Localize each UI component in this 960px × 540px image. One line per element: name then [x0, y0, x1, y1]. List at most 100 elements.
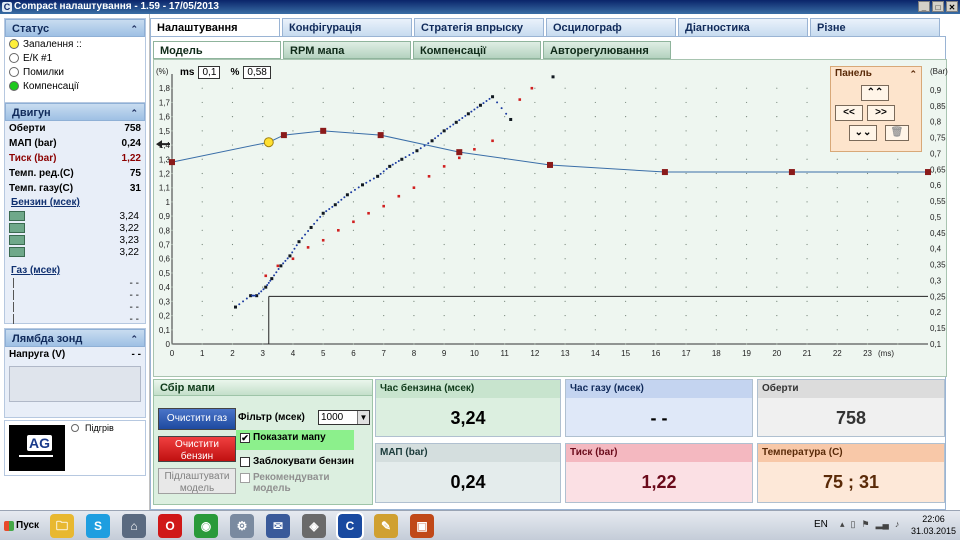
battery-icon[interactable]: ▯	[851, 519, 856, 530]
start-button[interactable]: Пуск	[2, 515, 39, 537]
chart-svg[interactable]: 0 1 2 3 4 5 6 7 8 9 10 11 12 13 14 15 16 17 18 19 20 21 22 23 (m…	[154, 60, 948, 378]
sub-tab[interactable]: Компенсації	[413, 41, 541, 59]
clear-benzin-button[interactable]: Очистити бензин	[158, 436, 236, 462]
show-map-checkbox[interactable]: ✔ Показати мапу	[236, 430, 354, 450]
grid-dot	[473, 258, 475, 260]
sub-tab[interactable]: Модель	[153, 41, 281, 59]
grid-dot	[262, 187, 264, 189]
grid-dot	[745, 314, 748, 317]
grid-dot	[322, 314, 324, 317]
filter-select[interactable]: 1000 ▼	[318, 410, 370, 425]
main-tab[interactable]: Осцилограф	[546, 18, 676, 36]
grid-dot	[443, 314, 445, 317]
cursor-readout: ms 0,1 % 0,58	[180, 66, 271, 79]
close-button[interactable]: ✕	[946, 1, 958, 12]
block-benzin-checkbox[interactable]: Заблокувати бензин	[240, 456, 354, 467]
explorer-icon[interactable]: 🗀	[50, 514, 74, 538]
clock[interactable]: 22:06 31.03.2015	[911, 513, 956, 537]
status-header[interactable]: Статус ⌃	[5, 19, 145, 37]
grid-dot	[504, 258, 506, 260]
grid-dot	[171, 329, 173, 331]
signal-icon[interactable]: ▂▄	[876, 519, 889, 530]
grid-dot	[322, 187, 324, 189]
grid-dot	[504, 243, 506, 246]
trash-icon[interactable]: 🗑	[885, 125, 909, 141]
lambda-header[interactable]: Лямбда зонд ⌃	[5, 329, 145, 347]
minimize-button[interactable]: _	[918, 1, 930, 12]
adjust-model-button[interactable]: Підлаштувати модель	[158, 468, 236, 494]
gaz-link[interactable]: Газ (мсек)	[5, 264, 145, 278]
grid-dot	[231, 130, 234, 132]
blue-series-point	[470, 110, 473, 113]
skype-icon[interactable]: S	[86, 514, 110, 538]
tool-icon[interactable]: ◈	[302, 514, 326, 538]
chrome-icon[interactable]: ◉	[194, 514, 218, 538]
red-series-point	[457, 156, 461, 160]
grid-dot	[776, 101, 778, 104]
settings-icon[interactable]: ⚙	[230, 514, 254, 538]
volume-icon[interactable]: ♪	[895, 519, 900, 530]
engine-row-value: 31	[129, 183, 141, 194]
sub-tab[interactable]: RPM мапа	[283, 41, 411, 59]
flag-icon[interactable]: ⚑	[861, 519, 869, 530]
move-right-button[interactable]: >>	[867, 105, 895, 121]
main-tab[interactable]: Діагностика	[678, 18, 808, 36]
main-tab[interactable]: Налаштування	[150, 18, 280, 36]
grid-dot	[383, 343, 385, 345]
collapse-icon[interactable]: ⌃	[130, 20, 138, 38]
utility-icon[interactable]: ✉	[266, 514, 290, 538]
status-indicator-icon	[9, 67, 19, 77]
compact-taskbar-icon[interactable]: C	[336, 512, 364, 540]
chevron-down-icon[interactable]: ▼	[357, 411, 369, 424]
main-tab[interactable]: Різне	[810, 18, 940, 36]
grid-dot	[504, 87, 506, 89]
grid-dot	[262, 343, 264, 345]
tray-arrow-icon[interactable]: ▴	[840, 519, 845, 530]
grid-dot	[201, 130, 203, 132]
grid-dot	[685, 300, 687, 302]
move-down-button[interactable]: ⌄⌄	[849, 125, 877, 141]
collapse-icon[interactable]: ⌃	[130, 104, 138, 122]
panel-header[interactable]: Панель ⌃	[831, 67, 921, 81]
black-series-point	[478, 103, 482, 107]
collapse-icon[interactable]: ⌃	[130, 330, 138, 348]
recommend-model-checkbox[interactable]: Рекомендувати модель	[240, 472, 350, 494]
grid-dot	[413, 201, 415, 203]
sub-tab[interactable]: Авторегулювання	[543, 41, 671, 59]
grid-dot	[776, 116, 778, 118]
black-series-point	[454, 120, 458, 124]
move-left-button[interactable]: <<	[835, 105, 863, 121]
clear-gas-button[interactable]: Очистити газ	[158, 408, 236, 430]
main-tab[interactable]: Конфігурація	[282, 18, 412, 36]
x-tick-label: 22	[833, 349, 842, 358]
grid-dot	[866, 243, 869, 246]
benzin-link[interactable]: Бензин (мсек)	[5, 196, 145, 210]
engine-header[interactable]: Двигун ⌃	[5, 103, 145, 121]
blue-series-point	[385, 167, 388, 170]
grid-dot	[685, 101, 687, 104]
grid-dot	[504, 187, 506, 189]
grid-dot	[383, 201, 385, 203]
grid-dot	[655, 158, 657, 160]
language-indicator[interactable]: EN	[814, 519, 828, 530]
move-up-button[interactable]: ⌃⌃	[861, 85, 889, 101]
black-series-point	[415, 149, 419, 153]
main-tab[interactable]: Стратегія впрыску	[414, 18, 544, 36]
gaz-injector-row: - -	[5, 314, 145, 326]
collapse-icon[interactable]: ⌃	[909, 67, 917, 81]
grid-dot	[564, 215, 566, 217]
grid-dot	[715, 243, 717, 246]
model-chart[interactable]: 0 1 2 3 4 5 6 7 8 9 10 11 12 13 14 15 16 17 18 19 20 21 22 23 (m…	[153, 59, 948, 378]
red-series-point	[382, 204, 385, 208]
grid-dot	[564, 130, 566, 132]
opera-icon[interactable]: O	[158, 514, 182, 538]
grid-dot	[625, 187, 627, 189]
y-left-tick-label: 1,6	[159, 113, 171, 122]
network-icon[interactable]: ⌂	[122, 514, 146, 538]
maximize-button[interactable]: □	[932, 1, 944, 12]
engine-row: Тиск (bar) 1,22	[5, 151, 145, 166]
grid-dot	[655, 172, 657, 175]
grid-dot	[534, 343, 536, 345]
paint-icon[interactable]: ✎	[374, 514, 398, 538]
app-icon[interactable]: ▣	[410, 514, 434, 538]
